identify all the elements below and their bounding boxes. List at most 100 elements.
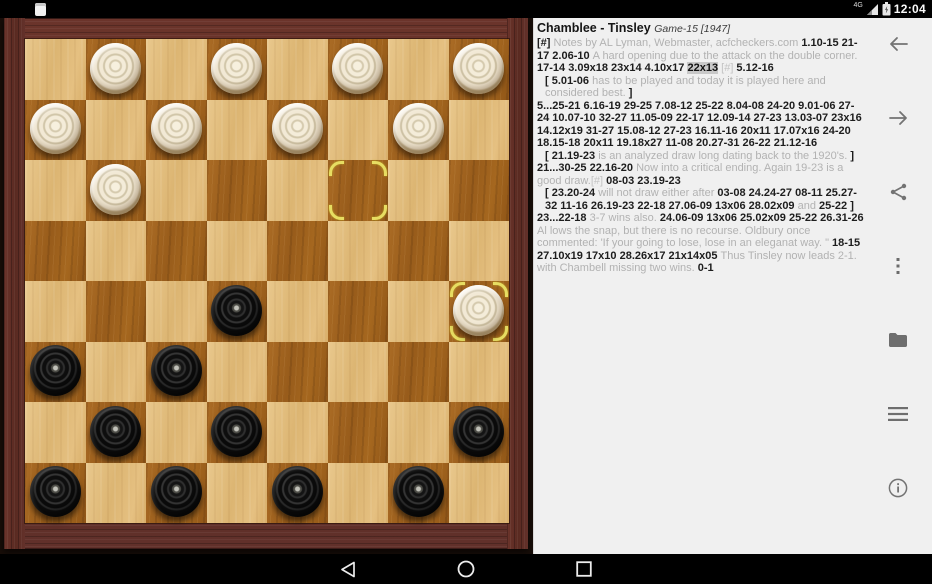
checker-white[interactable]	[90, 43, 141, 94]
move-text[interactable]: 23...22-18	[537, 212, 590, 224]
board-square[interactable]	[146, 39, 207, 100]
checker-white[interactable]	[30, 103, 81, 154]
board-square[interactable]	[328, 39, 389, 100]
more-options-button[interactable]	[888, 256, 908, 276]
checker-white[interactable]	[453, 285, 504, 336]
board-square[interactable]	[25, 463, 86, 524]
board-square[interactable]	[146, 402, 207, 463]
checker-white[interactable]	[211, 43, 262, 94]
move-text[interactable]: [#]	[537, 37, 554, 49]
board-square[interactable]	[207, 100, 268, 161]
board-square[interactable]	[388, 221, 449, 282]
move-text[interactable]: [ 5.01-06	[545, 75, 592, 87]
board-square[interactable]	[328, 463, 389, 524]
board-square[interactable]	[25, 402, 86, 463]
checker-black[interactable]	[272, 466, 323, 517]
board-square[interactable]	[267, 160, 328, 221]
move-text[interactable]: 24.06-09 13x06 25.02x09 25-22 26.31-26	[660, 212, 864, 224]
board-square[interactable]	[86, 39, 147, 100]
board-square[interactable]	[207, 281, 268, 342]
move-text[interactable]: 17-14 3.09x18 23x14 4.10x17	[537, 62, 687, 74]
board-square[interactable]	[328, 342, 389, 403]
board-square[interactable]	[207, 160, 268, 221]
board-square[interactable]	[449, 39, 510, 100]
checker-black[interactable]	[90, 406, 141, 457]
board-square[interactable]	[146, 160, 207, 221]
info-button[interactable]	[888, 478, 908, 498]
board-square[interactable]	[267, 221, 328, 282]
board-square[interactable]	[267, 463, 328, 524]
move-text[interactable]: ]	[629, 87, 633, 99]
game-list-button[interactable]	[888, 404, 908, 424]
checker-black[interactable]	[453, 406, 504, 457]
board-square[interactable]	[207, 39, 268, 100]
nav-recents-button[interactable]	[575, 560, 593, 578]
move-text[interactable]: 25-22 ]	[819, 200, 854, 212]
checker-white[interactable]	[272, 103, 323, 154]
board-square[interactable]	[146, 100, 207, 161]
move-text[interactable]: [ 21.19-23	[545, 150, 598, 162]
board-square[interactable]	[25, 39, 86, 100]
back-move-button[interactable]	[888, 34, 908, 54]
board-square[interactable]	[25, 100, 86, 161]
board-square[interactable]	[328, 221, 389, 282]
board-square[interactable]	[328, 160, 389, 221]
board-square[interactable]	[267, 342, 328, 403]
nav-home-button[interactable]	[457, 560, 475, 578]
board-square[interactable]	[449, 402, 510, 463]
board-square[interactable]	[449, 463, 510, 524]
board-square[interactable]	[388, 100, 449, 161]
board-square[interactable]	[146, 221, 207, 282]
board-square[interactable]	[388, 281, 449, 342]
board-square[interactable]	[25, 281, 86, 342]
board-square[interactable]	[328, 100, 389, 161]
checker-white[interactable]	[90, 164, 141, 215]
board-square[interactable]	[86, 100, 147, 161]
board-square[interactable]	[86, 463, 147, 524]
board-square[interactable]	[449, 160, 510, 221]
move-text[interactable]: [ 23.20-24	[545, 187, 598, 199]
move-text[interactable]: ]	[850, 150, 854, 162]
board-square[interactable]	[86, 402, 147, 463]
move-text[interactable]: 08-03 23.19-23	[603, 175, 681, 187]
board-square[interactable]	[207, 221, 268, 282]
selected-move[interactable]: 22x13	[687, 62, 718, 74]
checker-black[interactable]	[211, 406, 262, 457]
board-square[interactable]	[207, 342, 268, 403]
open-file-button[interactable]	[888, 330, 908, 350]
move-text[interactable]: 21...30-25 22.16-20	[537, 162, 636, 174]
checker-white[interactable]	[393, 103, 444, 154]
board-square[interactable]	[25, 342, 86, 403]
board-square[interactable]	[86, 281, 147, 342]
board-square[interactable]	[267, 402, 328, 463]
checker-white[interactable]	[151, 103, 202, 154]
checker-white[interactable]	[453, 43, 504, 94]
board-square[interactable]	[267, 100, 328, 161]
board-square[interactable]	[86, 221, 147, 282]
board-square[interactable]	[388, 342, 449, 403]
checker-black[interactable]	[30, 466, 81, 517]
checker-black[interactable]	[393, 466, 444, 517]
board-square[interactable]	[449, 281, 510, 342]
board-square[interactable]	[146, 281, 207, 342]
board-square[interactable]	[388, 160, 449, 221]
board-square[interactable]	[449, 221, 510, 282]
forward-move-button[interactable]	[888, 108, 908, 128]
board-square[interactable]	[207, 402, 268, 463]
board-square[interactable]	[146, 342, 207, 403]
board-square[interactable]	[328, 402, 389, 463]
board-square[interactable]	[388, 463, 449, 524]
share-button[interactable]	[888, 182, 908, 202]
board-square[interactable]	[86, 342, 147, 403]
checker-black[interactable]	[211, 285, 262, 336]
board-square[interactable]	[449, 100, 510, 161]
move-text[interactable]: 0-1	[698, 262, 714, 274]
checker-white[interactable]	[332, 43, 383, 94]
board-square[interactable]	[328, 281, 389, 342]
board-square[interactable]	[267, 39, 328, 100]
nav-back-button[interactable]	[339, 560, 357, 578]
board-square[interactable]	[267, 281, 328, 342]
board-square[interactable]	[388, 39, 449, 100]
board-square[interactable]	[207, 463, 268, 524]
checker-black[interactable]	[151, 466, 202, 517]
